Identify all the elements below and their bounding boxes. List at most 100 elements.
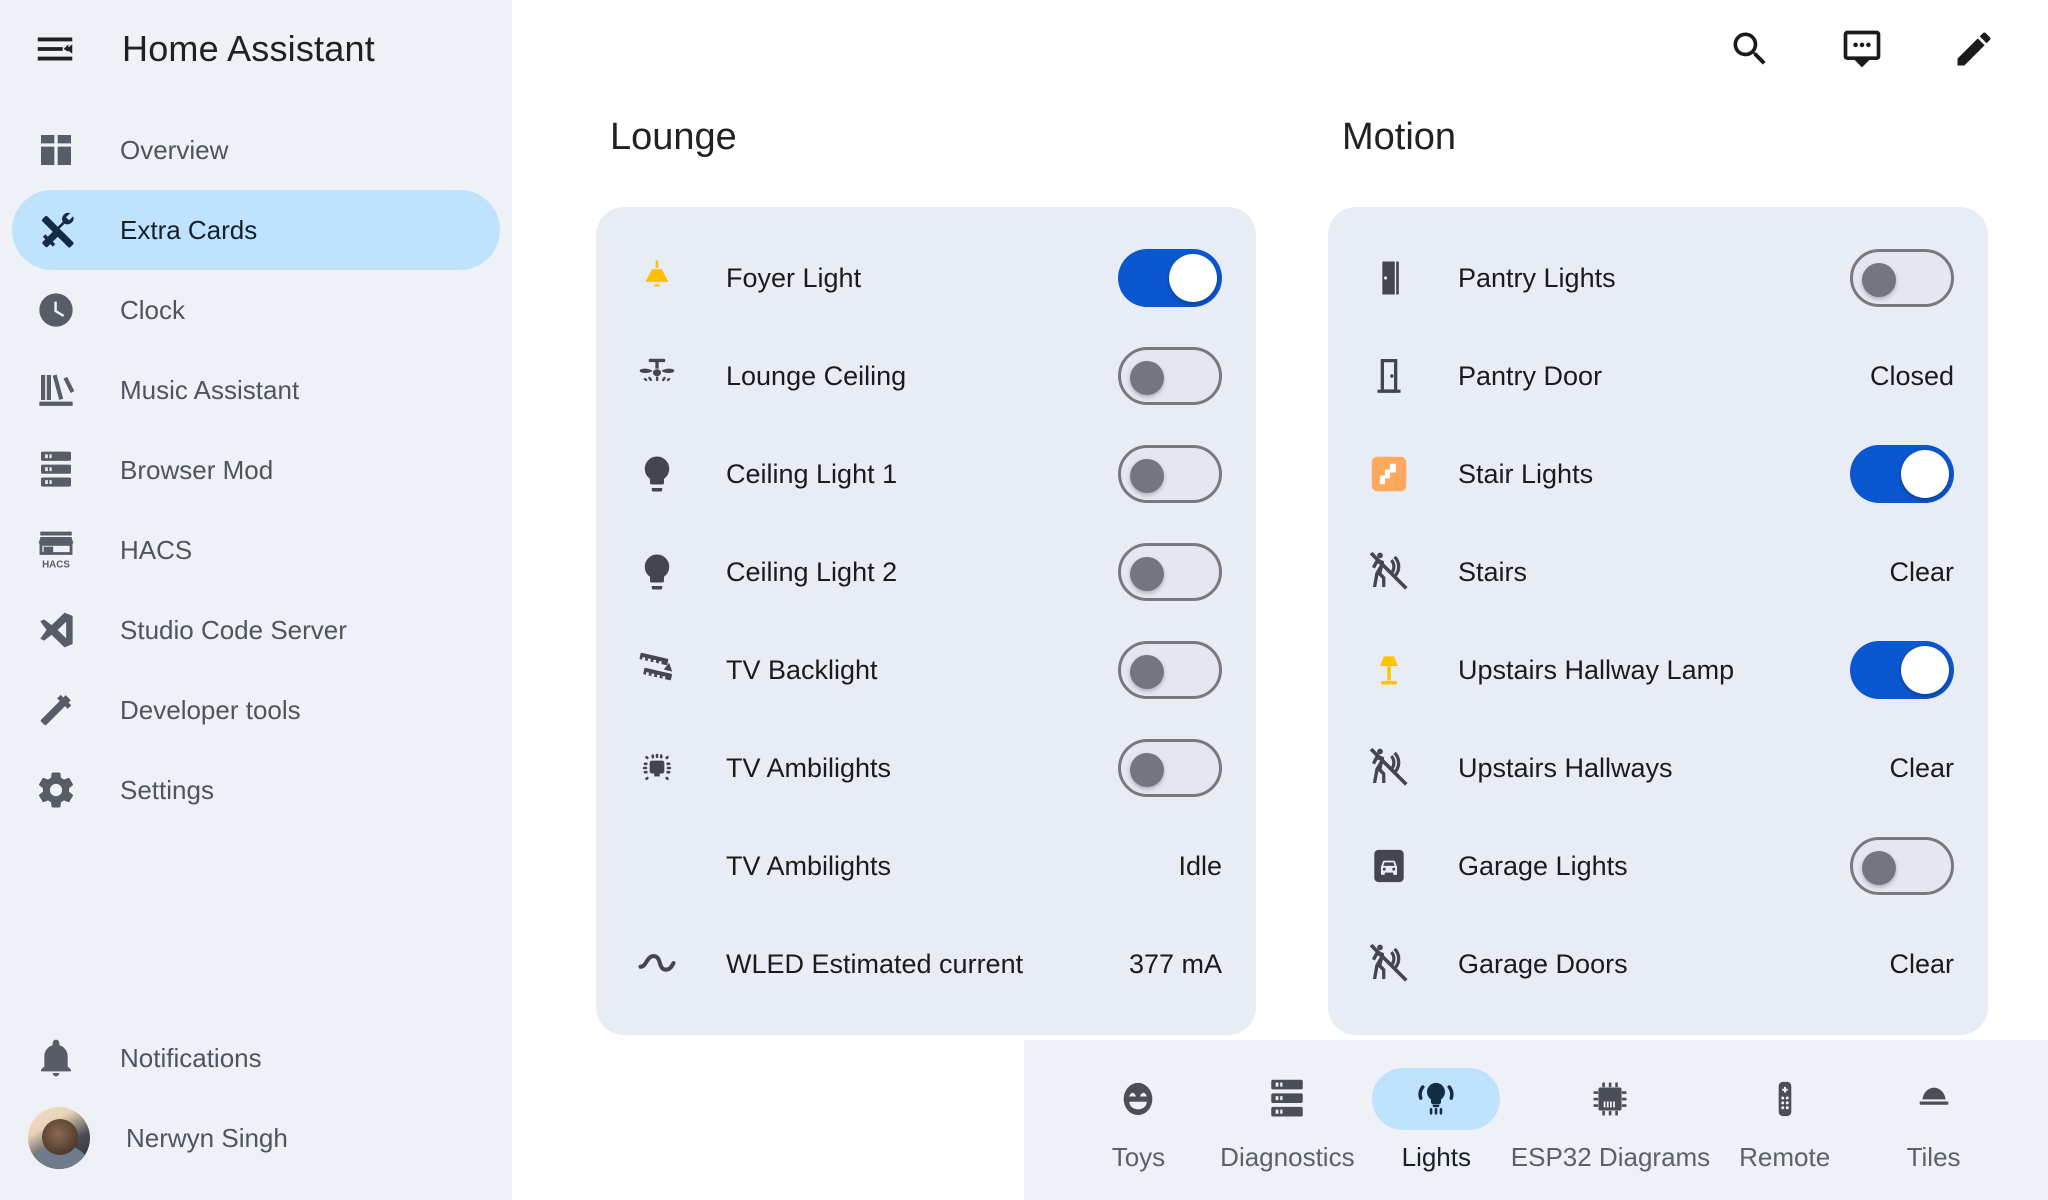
entity-label: TV Backlight bbox=[726, 654, 878, 685]
entity-state: Idle bbox=[1178, 850, 1222, 881]
sidebar-item-label: Notifications bbox=[120, 1042, 262, 1073]
current-ac-icon bbox=[630, 942, 684, 986]
garage-car-icon bbox=[1362, 845, 1416, 887]
sidebar-item-developer-tools[interactable]: Developer tools bbox=[12, 670, 500, 750]
entity-label: Upstairs Hallways bbox=[1458, 752, 1673, 783]
hacs-storefront-icon: HACS bbox=[28, 522, 84, 578]
entity-toggle[interactable] bbox=[1850, 837, 1954, 895]
entity-state: Clear bbox=[1889, 556, 1954, 587]
led-strip-icon bbox=[630, 648, 684, 692]
motion-sensor-off-icon bbox=[1362, 745, 1416, 791]
tools-icon bbox=[28, 202, 84, 258]
entity-row-garage-doors[interactable]: Garage Doors Clear bbox=[1362, 915, 1954, 1013]
nav-tab-label: Lights bbox=[1401, 1141, 1471, 1172]
motion-sensor-off-icon bbox=[1362, 941, 1416, 987]
entity-row-garage-lights[interactable]: Garage Lights bbox=[1362, 817, 1954, 915]
sidebar-item-studio-code-server[interactable]: Studio Code Server bbox=[12, 590, 500, 670]
dome-light-icon bbox=[1870, 1068, 1998, 1130]
entity-row-foyer-light[interactable]: Foyer Light bbox=[630, 229, 1222, 327]
sidebar-item-label: Overview bbox=[120, 134, 229, 165]
entity-label: TV Ambilights bbox=[726, 850, 892, 881]
sidebar-nav-list: Overview Extra Cards Clock Music Assista… bbox=[0, 98, 512, 830]
nav-tab-tiles[interactable]: Tiles bbox=[1859, 1068, 2008, 1173]
sidebar-item-music-assistant[interactable]: Music Assistant bbox=[12, 350, 500, 430]
sidebar-item-browser-mod[interactable]: Browser Mod bbox=[12, 430, 500, 510]
floor-lamp-icon bbox=[1362, 649, 1416, 691]
door-closed-icon bbox=[1362, 355, 1416, 397]
entity-row-upstairs-hallway-lamp[interactable]: Upstairs Hallway Lamp bbox=[1362, 621, 1954, 719]
entity-toggle[interactable] bbox=[1118, 249, 1222, 307]
entity-row-tv-ambilights[interactable]: TV Ambilights bbox=[630, 719, 1222, 817]
motion-sensor-off-icon bbox=[1362, 549, 1416, 595]
view-dashboard-icon bbox=[28, 122, 84, 178]
entity-toggle[interactable] bbox=[1118, 445, 1222, 503]
sidebar-user-profile[interactable]: Nerwyn Singh bbox=[12, 1098, 500, 1178]
column-motion: Motion Pantry Lights Pantry Door Closed … bbox=[1328, 98, 1988, 1040]
sidebar-item-extra-cards[interactable]: Extra Cards bbox=[12, 190, 500, 270]
edit-pencil-icon[interactable] bbox=[1944, 19, 2004, 79]
entity-label: Garage Doors bbox=[1458, 948, 1628, 979]
entity-row-stairs[interactable]: Stairs Clear bbox=[1362, 523, 1954, 621]
assist-chat-icon[interactable] bbox=[1832, 19, 1892, 79]
section-title-lounge: Lounge bbox=[610, 116, 737, 158]
sidebar-item-settings[interactable]: Settings bbox=[12, 750, 500, 830]
entity-row-lounge-ceiling[interactable]: Lounge Ceiling bbox=[630, 327, 1222, 425]
nav-tab-lights[interactable]: Lights bbox=[1362, 1067, 1511, 1173]
svg-text:HACS: HACS bbox=[42, 560, 70, 571]
entity-row-tv-backlight[interactable]: TV Backlight bbox=[630, 621, 1222, 719]
entity-toggle[interactable] bbox=[1850, 641, 1954, 699]
nav-tab-esp32-diagrams[interactable]: ESP32 Diagrams bbox=[1511, 1068, 1710, 1173]
sidebar-item-clock[interactable]: Clock bbox=[12, 270, 500, 350]
entities-card-motion: Pantry Lights Pantry Door Closed Stair L… bbox=[1328, 207, 1988, 1035]
entity-label: Foyer Light bbox=[726, 262, 862, 293]
server-icon bbox=[28, 442, 84, 498]
nav-tab-label: Diagnostics bbox=[1220, 1141, 1355, 1172]
entity-row-stair-lights[interactable]: Stair Lights bbox=[1362, 425, 1954, 523]
entity-row-ceiling-light-1[interactable]: Ceiling Light 1 bbox=[630, 425, 1222, 523]
entity-row-ceiling-light-2[interactable]: Ceiling Light 2 bbox=[630, 523, 1222, 621]
ceiling-fan-light-icon bbox=[630, 354, 684, 398]
entity-label: Stair Lights bbox=[1458, 458, 1594, 489]
entity-row-upstairs-hallways[interactable]: Upstairs Hallways Clear bbox=[1362, 719, 1954, 817]
main-content: Lounge Foyer Light Lounge Ceiling Ceilin… bbox=[512, 0, 2048, 1200]
entity-label: Lounge Ceiling bbox=[726, 360, 907, 391]
sidebar-item-label: Studio Code Server bbox=[120, 614, 347, 645]
entity-state: Clear bbox=[1889, 948, 1954, 979]
sidebar-item-label: Music Assistant bbox=[120, 374, 300, 405]
stairs-icon bbox=[1362, 452, 1416, 496]
entity-toggle[interactable] bbox=[1118, 543, 1222, 601]
entity-label: TV Ambilights bbox=[726, 752, 892, 783]
nav-tab-label: Remote bbox=[1739, 1141, 1831, 1172]
lightbulb-icon bbox=[630, 551, 684, 593]
entity-label: Upstairs Hallway Lamp bbox=[1458, 654, 1735, 685]
bell-icon bbox=[28, 1030, 84, 1086]
entity-toggle[interactable] bbox=[1118, 641, 1222, 699]
entity-toggle[interactable] bbox=[1118, 347, 1222, 405]
sidebar-item-hacs[interactable]: HACS HACS bbox=[12, 510, 500, 590]
entity-toggle[interactable] bbox=[1850, 249, 1954, 307]
entity-row-wled-estimated-current[interactable]: WLED Estimated current 377 mA bbox=[630, 915, 1222, 1013]
sidebar-item-label: Clock bbox=[120, 294, 186, 325]
server-icon bbox=[1223, 1068, 1351, 1130]
sidebar-item-notifications[interactable]: Notifications bbox=[12, 1018, 500, 1098]
menu-collapse-icon[interactable] bbox=[28, 22, 82, 76]
entity-toggle[interactable] bbox=[1850, 445, 1954, 503]
section-title-motion: Motion bbox=[1342, 116, 1457, 158]
sidebar-item-overview[interactable]: Overview bbox=[12, 110, 500, 190]
entity-label: Ceiling Light 2 bbox=[726, 556, 898, 587]
home-assistant-app: Home Assistant Overview Extra Cards Cloc bbox=[0, 0, 2048, 1200]
entity-toggle[interactable] bbox=[1118, 739, 1222, 797]
entity-row-pantry-door[interactable]: Pantry Door Closed bbox=[1362, 327, 1954, 425]
nav-tab-remote[interactable]: Remote bbox=[1710, 1068, 1859, 1173]
search-icon[interactable] bbox=[1720, 19, 1780, 79]
entity-row-tv-ambilights-state[interactable]: TV Ambilights Idle bbox=[630, 817, 1222, 915]
sidebar-footer: Notifications Nerwyn Singh bbox=[0, 1018, 512, 1200]
nav-tab-diagnostics[interactable]: Diagnostics bbox=[1213, 1068, 1362, 1173]
nav-tab-label: ESP32 Diagrams bbox=[1510, 1141, 1711, 1172]
entity-label: WLED Estimated current bbox=[726, 948, 1024, 979]
entity-row-pantry-lights[interactable]: Pantry Lights bbox=[1362, 229, 1954, 327]
sidebar-item-label: Developer tools bbox=[120, 694, 301, 725]
hammer-icon bbox=[28, 682, 84, 738]
ceiling-light-icon bbox=[630, 257, 684, 299]
nav-tab-toys[interactable]: Toys bbox=[1064, 1068, 1213, 1173]
